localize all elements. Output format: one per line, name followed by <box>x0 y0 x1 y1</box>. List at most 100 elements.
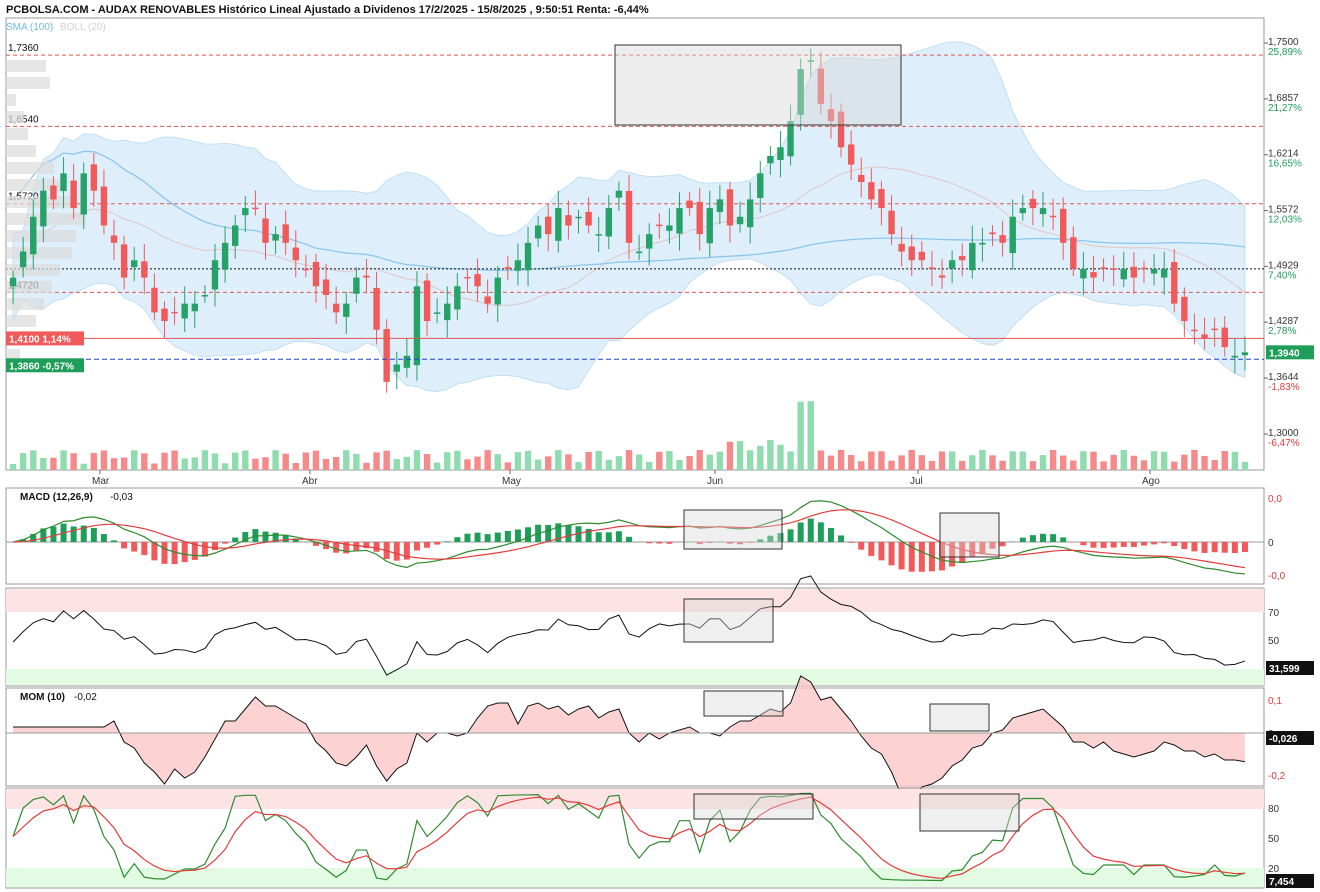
volume-bar <box>181 458 188 470</box>
macd-histogram-bar <box>615 531 622 542</box>
candle-body <box>565 215 572 226</box>
volume-bar <box>605 459 613 470</box>
rsi-overbought-zone <box>6 589 1264 612</box>
volume-bar <box>403 456 411 470</box>
macd-histogram-bar <box>413 542 420 551</box>
candle-body <box>433 312 441 314</box>
macd-histogram-bar <box>181 542 188 563</box>
volume-bar <box>1140 460 1148 470</box>
volume-bar <box>50 457 57 470</box>
candle-body <box>1231 355 1239 358</box>
macd-histogram-bar <box>999 542 1006 547</box>
volume-bar <box>696 450 703 470</box>
candle-body <box>343 303 350 317</box>
volume-bar <box>1191 450 1198 470</box>
candle-body <box>363 275 370 278</box>
candle-body <box>100 186 108 226</box>
candle-body <box>484 296 491 304</box>
macd-histogram-bar <box>1029 535 1036 542</box>
candle-body <box>302 268 310 271</box>
volume-bar <box>454 450 461 470</box>
candle-body <box>1110 268 1117 270</box>
candle-body <box>231 225 239 246</box>
price-chart: 1,73601,65401,57201,47201,4100 1,14%1,38… <box>5 17 1314 889</box>
volume-bar <box>151 463 158 470</box>
candle-body <box>1090 272 1097 278</box>
macd-histogram-bar <box>1181 542 1188 550</box>
candle-body <box>1070 237 1077 269</box>
macd-histogram-bar <box>525 527 532 542</box>
candle-body <box>1211 328 1218 331</box>
macd-histogram-bar <box>444 541 451 542</box>
volume-bar <box>938 451 946 470</box>
volume-bar <box>242 450 249 470</box>
volume-profile-bar <box>6 60 46 72</box>
month-label: Ago <box>1142 476 1160 487</box>
candle-body <box>464 276 471 279</box>
volume-bar <box>141 453 148 470</box>
candle-body <box>746 199 754 228</box>
candle-body <box>131 260 138 268</box>
candle-body <box>413 286 421 366</box>
volume-bar <box>1070 460 1077 470</box>
candle-body <box>1049 215 1057 218</box>
macd-histogram-bar <box>131 542 138 552</box>
macd-histogram-bar <box>898 542 905 570</box>
volume-bar <box>565 454 572 470</box>
macd-histogram-bar <box>1130 542 1137 547</box>
volume-bar <box>716 451 724 470</box>
candle-body <box>1019 208 1027 214</box>
sto-oversold-zone <box>6 868 1264 887</box>
candle-body <box>201 294 209 297</box>
candle-body <box>1181 296 1188 322</box>
macd-histogram-bar <box>333 542 340 553</box>
macd-histogram-bar <box>484 534 491 542</box>
volume-bar <box>827 455 835 470</box>
volume-bar <box>252 458 259 470</box>
candle-body <box>969 242 976 271</box>
candle-body <box>282 224 289 243</box>
volume-profile-bar <box>6 162 54 174</box>
candle-body <box>514 260 522 271</box>
candle-body <box>1150 268 1158 274</box>
volume-bar <box>1160 451 1168 470</box>
rsi-oversold-zone <box>6 669 1264 685</box>
volume-bar <box>656 451 663 470</box>
volume-bar <box>1171 461 1178 470</box>
candle-body <box>60 173 67 192</box>
candle-body <box>918 251 926 261</box>
candle-body <box>716 199 724 212</box>
macd-histogram-bar <box>464 533 471 542</box>
volume-profile-bar <box>6 247 72 259</box>
volume-bar <box>30 450 37 470</box>
candle-body <box>181 303 188 319</box>
percent-tick-label: 7,40% <box>1268 270 1296 281</box>
candle-body <box>757 173 764 198</box>
macd-histogram-bar <box>878 542 885 561</box>
percent-tick-label: 2,78% <box>1268 326 1296 337</box>
candle-body <box>312 261 320 287</box>
rsi-tick-label: 70 <box>1268 608 1280 619</box>
rsi-last-label: 31,599 <box>1269 664 1300 675</box>
candle-body <box>242 208 249 216</box>
volume-profile-bar <box>6 145 36 157</box>
volume-bar <box>302 452 310 470</box>
candle-body <box>948 260 956 269</box>
macd-histogram-bar <box>100 534 107 542</box>
candle-body <box>595 234 602 236</box>
macd-histogram-bar <box>838 535 845 542</box>
volume-bar <box>312 450 320 470</box>
volume-bar <box>898 455 905 470</box>
candle-body <box>888 210 895 235</box>
candle-body <box>1029 198 1037 209</box>
candle-body <box>999 235 1006 243</box>
macd-histogram-bar <box>121 542 128 549</box>
macd-histogram-bar <box>1211 542 1218 553</box>
mom-value: -0,02 <box>74 692 97 703</box>
volume-bar <box>918 455 926 470</box>
volume-bar <box>40 458 47 470</box>
macd-histogram-bar <box>848 542 855 543</box>
candle-body <box>878 189 885 209</box>
volume-bar <box>959 460 966 470</box>
macd-histogram-bar <box>1201 542 1208 553</box>
